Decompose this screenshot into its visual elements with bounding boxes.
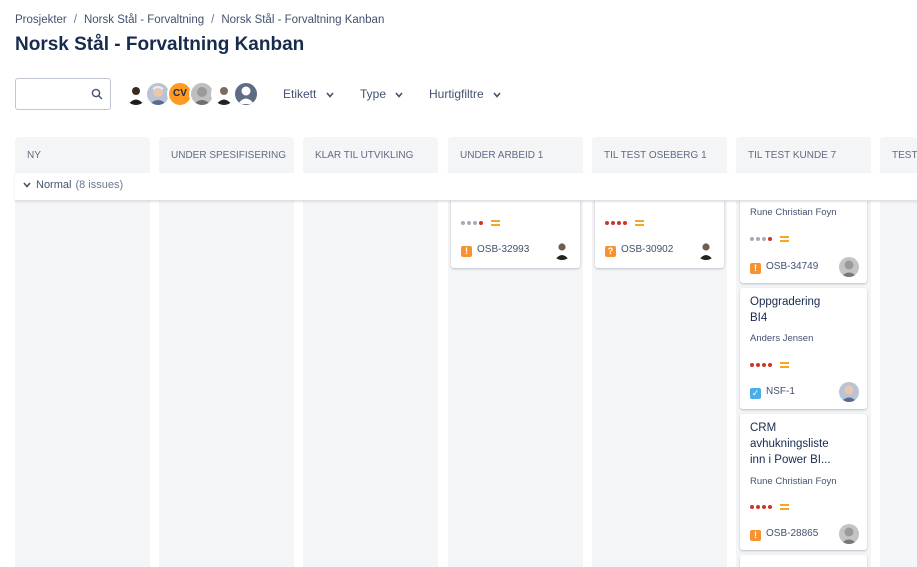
page-title: Norsk Stål - Forvaltning Kanban	[15, 34, 305, 55]
column-header-klar-til-utvikling: KLAR TIL UTVIKLING	[303, 137, 438, 173]
swimlane-header[interactable]: Normal (8 issues)	[15, 173, 917, 201]
avatar	[839, 524, 859, 544]
medium-priority-icon	[780, 236, 789, 243]
filter-label: Hurtigfiltre	[429, 87, 484, 101]
medium-priority-icon	[780, 362, 789, 369]
filter-label: Etikett	[283, 87, 317, 101]
column-header-under-spesifisering: UNDER SPESIFISERING	[159, 137, 294, 173]
issue-card[interactable]: CRM avhukningsliste inn i Power BI... Ru…	[740, 414, 867, 550]
type-filter-dropdown[interactable]: Type	[360, 87, 403, 101]
search-icon	[91, 88, 103, 100]
board-toolbar: CV Etikett Type Hurtigfiltre	[15, 78, 915, 110]
bug-icon: !	[461, 246, 472, 257]
assignee-name: Rune Christian Foyn	[750, 476, 837, 487]
breadcrumb-item-project[interactable]: Norsk Stål - Forvaltning	[84, 14, 204, 26]
priority-indicator	[750, 359, 789, 369]
priority-indicator	[605, 217, 644, 227]
column-klar-til-utvikling	[303, 173, 438, 567]
question-icon: ?	[605, 246, 616, 257]
breadcrumb-item-projects[interactable]: Prosjekter	[15, 14, 67, 26]
issue-key[interactable]: ! OSB-34749	[750, 261, 818, 274]
chevron-down-icon	[493, 92, 501, 98]
quick-filters-dropdown[interactable]: Hurtigfiltre	[429, 87, 501, 101]
label-filter-dropdown[interactable]: Etikett	[283, 87, 334, 101]
breadcrumb: Prosjekter / Norsk Stål - Forvaltning / Nors…	[15, 14, 384, 26]
breadcrumb-separator: /	[73, 14, 77, 26]
avatar	[696, 240, 716, 260]
issue-key[interactable]: ? OSB-30902	[605, 244, 673, 257]
search-input[interactable]	[15, 78, 111, 110]
column-header-ny: NY	[15, 137, 150, 173]
breadcrumb-item-board[interactable]: Norsk Stål - Forvaltning Kanban	[221, 14, 384, 26]
swimlane-label: Normal	[36, 179, 72, 191]
column-ny	[15, 173, 150, 567]
bug-icon: !	[750, 263, 761, 274]
issue-key[interactable]: ! OSB-32993	[461, 244, 529, 257]
avatar	[552, 240, 572, 260]
column-header-test-o: TEST O	[880, 137, 917, 173]
medium-priority-icon	[491, 220, 500, 227]
avatar	[839, 257, 859, 277]
breadcrumb-separator: /	[211, 14, 215, 26]
avatar[interactable]	[233, 81, 259, 107]
filter-label: Type	[360, 87, 387, 101]
priority-indicator	[750, 233, 789, 243]
assignee-name: Rune Christian Foyn	[750, 207, 837, 218]
column-header-til-test-kunde: TIL TEST KUNDE 7	[736, 137, 871, 173]
chevron-down-icon	[326, 92, 334, 98]
avatar	[839, 382, 859, 402]
column-header-under-arbeid: UNDER ARBEID 1	[448, 137, 583, 173]
column-header-til-test-oseberg: TIL TEST OSEBERG 1	[592, 137, 727, 173]
column-under-spesifisering	[159, 173, 294, 567]
issue-key[interactable]: ✓ NSF-1	[750, 386, 795, 399]
priority-indicator	[750, 501, 789, 511]
medium-priority-icon	[635, 220, 644, 227]
issue-card[interactable]: Oppgradering BI4 Anders Jensen ✓ NSF-1	[740, 288, 867, 409]
medium-priority-icon	[780, 504, 789, 511]
chevron-down-icon	[395, 92, 403, 98]
column-test-o	[880, 173, 917, 567]
bug-icon: !	[750, 530, 761, 541]
issue-card[interactable]	[740, 555, 867, 567]
assignee-name: Anders Jensen	[750, 333, 814, 344]
priority-indicator	[461, 217, 500, 227]
task-checkbox-icon: ✓	[750, 388, 761, 399]
chevron-down-icon	[23, 182, 31, 188]
issue-key[interactable]: ! OSB-28865	[750, 528, 818, 541]
swimlane-issue-count: (8 issues)	[75, 179, 124, 191]
issue-summary: CRM avhukningsliste inn i Power BI...	[750, 422, 831, 466]
issue-summary: Oppgradering BI4	[750, 296, 821, 324]
